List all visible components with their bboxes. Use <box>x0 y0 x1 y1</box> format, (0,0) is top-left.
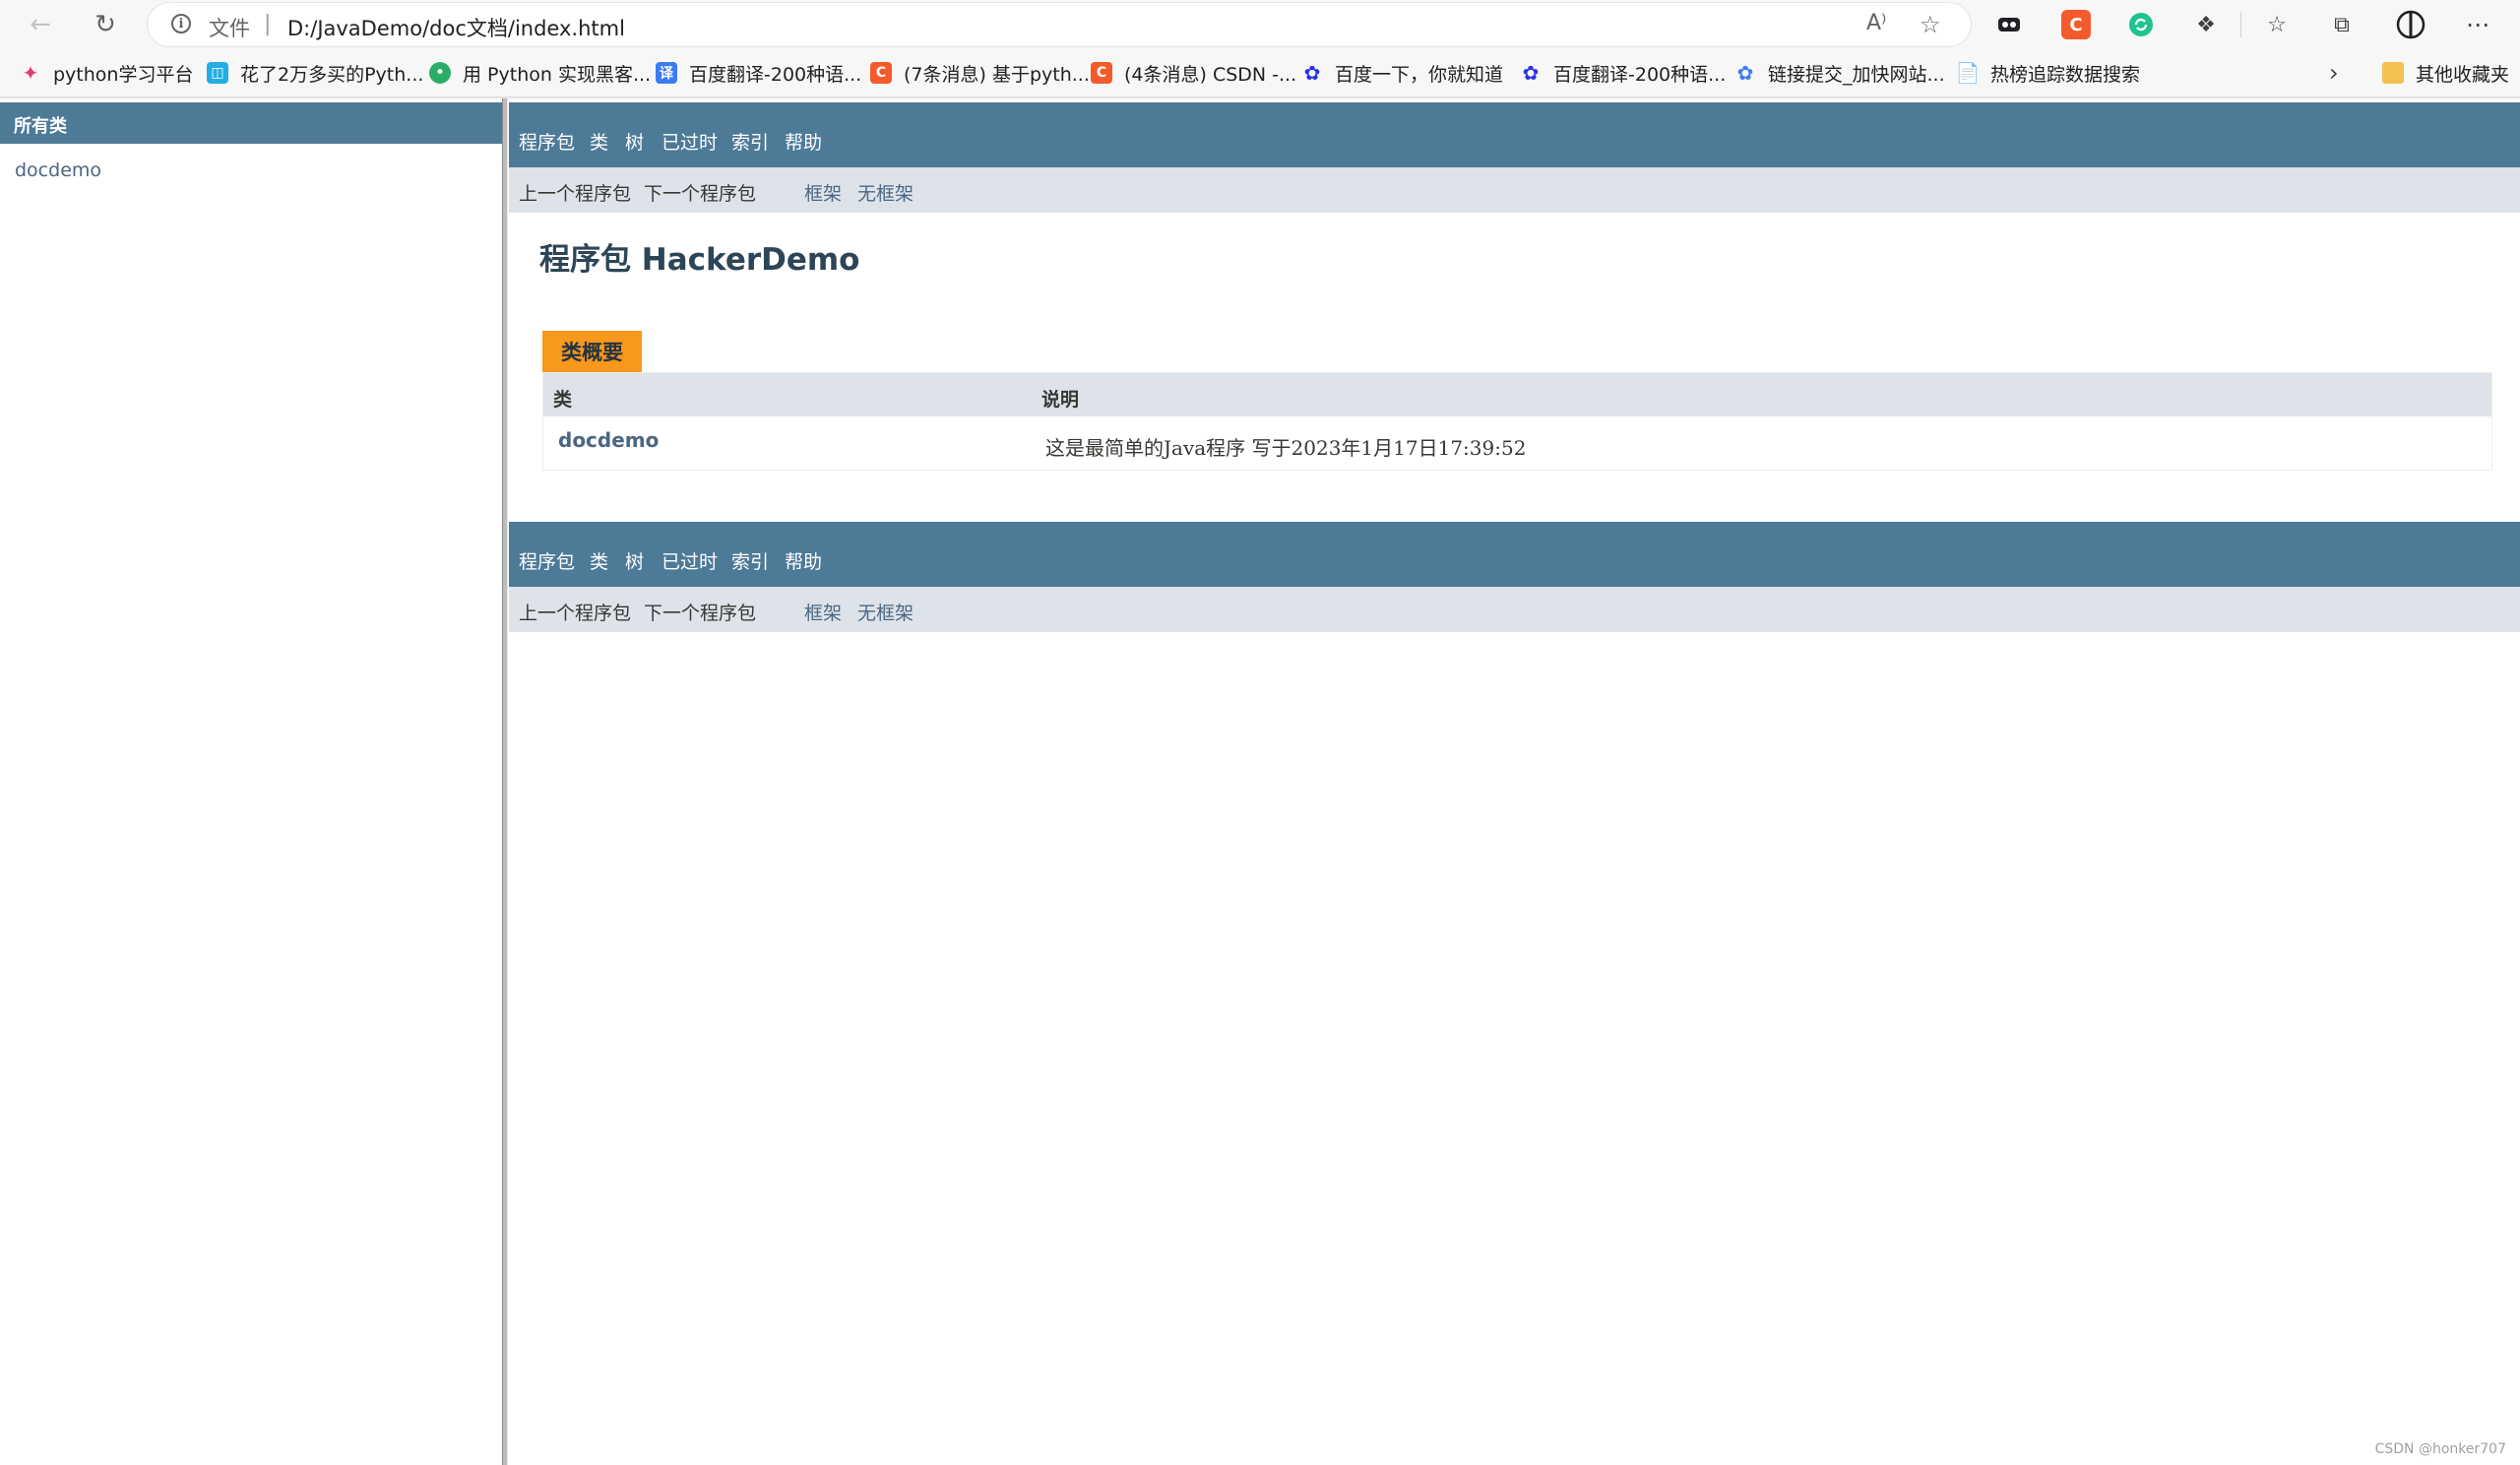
column-header-description: 说明 <box>1041 389 1080 411</box>
frames-link[interactable]: 框架 <box>804 599 842 625</box>
bookmark-item[interactable]: • 用 Python 实现黑客... <box>429 59 651 87</box>
all-classes-frame: 所有类 docdemo <box>0 98 502 1465</box>
bookmark-label: 链接提交_加快网站... <box>1768 63 1945 86</box>
bookmark-label: 百度翻译-200种语... <box>689 63 862 86</box>
watermark: CSDN @honker707 <box>2374 1441 2506 1457</box>
collections-icon[interactable]: ⧉ <box>2327 10 2357 39</box>
address-scheme-label: 文件 <box>209 17 250 40</box>
bottom-nav-bar: 程序包 类 树 已过时 索引 帮助 <box>509 522 2520 587</box>
nav-help[interactable]: 帮助 <box>785 547 822 574</box>
back-arrow-icon[interactable]: ← <box>24 8 57 41</box>
no-frames-link[interactable]: 无框架 <box>857 599 914 625</box>
bookmark-item[interactable]: C (7条消息) 基于pyth... <box>870 59 1090 87</box>
address-separator: | <box>264 12 272 36</box>
nav-class[interactable]: 类 <box>590 547 608 574</box>
baidu-paw-icon: ✿ <box>1522 61 1540 85</box>
folder-icon <box>2382 62 2404 84</box>
baidu-paw-icon: ✿ <box>1303 61 1321 85</box>
other-bookmarks-label: 其他收藏夹 <box>2416 63 2510 86</box>
class-summary-table: 类 说明 docdemo 这是最简单的Java程序 写于2023年1月17日17… <box>542 372 2492 471</box>
column-header-class: 类 <box>553 389 573 411</box>
bookmark-label: 用 Python 实现黑客... <box>463 63 652 86</box>
bilibili-icon: ◫ <box>207 62 228 84</box>
csdn-icon: C <box>870 62 892 84</box>
frames-link[interactable]: 框架 <box>804 179 842 206</box>
prev-package[interactable]: 上一个程序包 <box>519 179 631 206</box>
nav-tree[interactable]: 树 <box>625 128 644 155</box>
all-classes-heading: 所有类 <box>0 102 502 144</box>
bookmark-item[interactable]: ✦ python学习平台 <box>20 59 194 87</box>
frame-divider[interactable] <box>502 98 508 1465</box>
chevron-right-icon[interactable]: › <box>2329 59 2339 87</box>
address-url[interactable]: D:/JavaDemo/doc文档/index.html <box>287 13 625 42</box>
bookmark-label: 百度一下，你就知道 <box>1335 63 1504 86</box>
bottom-sub-nav-bar: 上一个程序包 下一个程序包 框架 无框架 <box>509 587 2520 632</box>
nav-tree[interactable]: 树 <box>625 547 644 574</box>
nav-index[interactable]: 索引 <box>731 547 769 574</box>
prev-package[interactable]: 上一个程序包 <box>519 599 631 625</box>
refresh-icon[interactable]: ↻ <box>89 8 122 41</box>
table-row-class-link[interactable]: docdemo <box>558 428 659 452</box>
bookmarks-bar: ✦ python学习平台 ◫ 花了2万多买的Pyth... • 用 Python… <box>0 49 2520 98</box>
bookmark-item[interactable]: 📄 热榜追踪数据搜索 <box>1955 59 2141 87</box>
table-header-row: 类 说明 <box>543 373 2491 416</box>
csdn-icon: C <box>1091 62 1112 84</box>
nav-deprecated[interactable]: 已过时 <box>662 547 718 574</box>
page-icon: 📄 <box>1955 61 1981 85</box>
bookmark-item[interactable]: ✿ 百度翻译-200种语... <box>1520 59 1727 87</box>
bookmark-item[interactable]: ◫ 花了2万多买的Pyth... <box>207 59 423 87</box>
read-aloud-icon[interactable]: A⁾ <box>1866 11 1886 35</box>
next-package[interactable]: 下一个程序包 <box>644 599 756 625</box>
site-info-icon[interactable]: i <box>171 14 191 33</box>
other-bookmarks-folder[interactable]: 其他收藏夹 <box>2382 59 2509 87</box>
nav-help[interactable]: 帮助 <box>785 128 822 155</box>
baidu-translate-icon: 译 <box>656 62 677 84</box>
no-frames-link[interactable]: 无框架 <box>857 179 914 206</box>
python-platform-icon: ✦ <box>22 61 39 85</box>
bookmark-label: (7条消息) 基于pyth... <box>904 63 1090 86</box>
bookmark-label: python学习平台 <box>53 63 194 86</box>
bookmark-item[interactable]: ✿ 百度一下，你就知道 <box>1301 59 1503 87</box>
bookmark-item[interactable]: C (4条消息) CSDN -... <box>1091 59 1296 87</box>
browser-toolbar: ← ↻ i 文件 | D:/JavaDemo/doc文档/index.html … <box>0 0 2520 49</box>
bookmark-label: (4条消息) CSDN -... <box>1124 63 1297 86</box>
sync-extension-icon[interactable] <box>2126 10 2156 39</box>
bookmark-label: 花了2万多买的Pyth... <box>240 63 424 86</box>
extension-game-icon[interactable] <box>1994 10 2024 39</box>
nav-index[interactable]: 索引 <box>731 128 769 155</box>
nav-package[interactable]: 程序包 <box>519 547 575 574</box>
toolbar-divider <box>2240 12 2241 37</box>
favorites-icon[interactable]: ☆ <box>2262 10 2292 39</box>
address-bar[interactable]: i 文件 | D:/JavaDemo/doc文档/index.html A⁾ ☆ <box>148 3 1971 46</box>
bookmark-item[interactable]: ✿ 链接提交_加快网站... <box>1734 59 1945 87</box>
sub-nav-bar: 上一个程序包 下一个程序包 框架 无框架 <box>509 167 2520 213</box>
bookmark-item[interactable]: 译 百度翻译-200种语... <box>656 59 861 87</box>
nav-package[interactable]: 程序包 <box>519 128 575 155</box>
table-row-description: 这是最简单的Java程序 写于2023年1月17日17:39:52 <box>1045 436 1527 460</box>
wechat-icon: • <box>429 62 451 84</box>
next-package[interactable]: 下一个程序包 <box>644 179 756 206</box>
add-favorite-star-icon[interactable]: ☆ <box>1920 11 1941 38</box>
bookmark-label: 百度翻译-200种语... <box>1553 63 1727 86</box>
csdn-extension-icon[interactable]: C <box>2061 10 2091 39</box>
page-title: 程序包 HackerDemo <box>539 242 860 278</box>
bookmark-label: 热榜追踪数据搜索 <box>1990 63 2141 86</box>
top-nav-bar: 程序包 类 树 已过时 索引 帮助 <box>509 102 2520 167</box>
nav-deprecated[interactable]: 已过时 <box>662 128 718 155</box>
class-link-docdemo[interactable]: docdemo <box>15 159 101 181</box>
profile-icon[interactable] <box>2396 10 2426 39</box>
baidu-paw-icon: ✿ <box>1736 61 1754 85</box>
nav-class[interactable]: 类 <box>590 128 608 155</box>
extensions-puzzle-icon[interactable]: ❖ <box>2191 10 2221 39</box>
class-summary-caption: 类概要 <box>542 331 642 372</box>
package-frame: 程序包 类 树 已过时 索引 帮助 上一个程序包 下一个程序包 框架 无框架 程… <box>509 98 2520 1465</box>
more-options-icon[interactable]: ⋯ <box>2463 10 2492 39</box>
